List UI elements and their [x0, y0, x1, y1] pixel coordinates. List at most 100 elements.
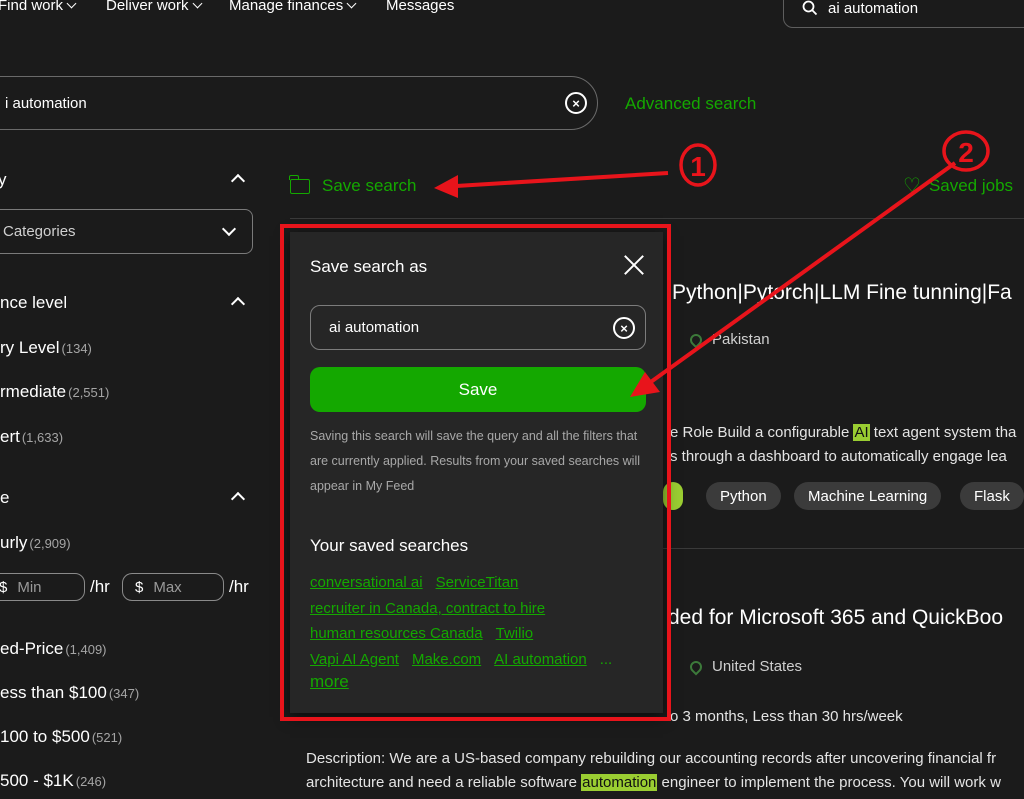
experience-count: (2,551)	[68, 385, 110, 400]
desc-text: architecture and need a reliable softwar…	[306, 774, 582, 791]
chevron-down-icon	[221, 221, 237, 237]
saved-searches-list: conversational ai ServiceTitan recruiter…	[310, 570, 650, 672]
clear-search-icon[interactable]: ×	[565, 92, 587, 114]
fixed-price-option[interactable]: ed-Price (1,409)	[0, 639, 107, 659]
category-select[interactable]: Categories	[0, 209, 253, 254]
nav-deliver-work[interactable]: Deliver work	[106, 0, 202, 14]
job-title[interactable]: Python|Pytorch|LLM Fine tunning|Fa	[672, 281, 1012, 305]
saved-search-link[interactable]: human resources Canada	[310, 625, 483, 642]
rate-unit: /hr	[90, 577, 110, 596]
save-search-button[interactable]: Save search	[289, 174, 417, 196]
job-meta: o 3 months, Less than 30 hrs/week	[670, 708, 903, 725]
job-description-line: Description: We are a US-based company r…	[306, 750, 997, 767]
job-title[interactable]: ded for Microsoft 365 and QuickBoo	[668, 606, 1003, 630]
hourly-label: urly	[0, 533, 28, 552]
chevron-up-icon[interactable]	[230, 173, 246, 189]
advanced-search-link[interactable]: Advanced search	[625, 94, 756, 114]
budget-count: (246)	[75, 774, 107, 789]
budget-count: (521)	[91, 730, 123, 745]
nav-find-work[interactable]: Find work	[0, 0, 77, 14]
top-search-input[interactable]: ai automation	[783, 0, 1024, 28]
saved-searches-row: recruiter in Canada, contract to hire	[310, 596, 650, 622]
saved-jobs-button[interactable]: ♡ Saved jobs	[903, 176, 1013, 196]
experience-intermediate[interactable]: rmediate (2,551)	[0, 382, 109, 402]
top-nav: Find work Deliver work Manage finances M…	[0, 0, 1024, 28]
experience-expert[interactable]: ert (1,633)	[0, 427, 63, 447]
nav-manage-finances-label: Manage finances	[229, 0, 344, 14]
annotation-label-1: 1	[690, 151, 706, 182]
chevron-down-icon	[66, 0, 77, 9]
experience-entry[interactable]: ry Level (134)	[0, 338, 92, 358]
divider	[290, 218, 1024, 219]
budget-label: 100 to $500	[0, 727, 90, 746]
experience-label: ry Level	[0, 338, 60, 357]
save-button[interactable]: Save	[310, 367, 646, 412]
saved-search-link[interactable]: AI automation	[494, 651, 587, 668]
currency-label: $	[135, 578, 144, 596]
rate-min-placeholder: Min	[17, 578, 42, 596]
job-location: Pakistan	[687, 331, 770, 348]
budget-option[interactable]: 100 to $500 (521)	[0, 727, 122, 747]
category-heading: y	[0, 170, 7, 189]
saved-jobs-label: Saved jobs	[928, 176, 1014, 195]
clear-input-icon[interactable]: ×	[613, 317, 635, 339]
main-search-input[interactable]: i automation ×	[0, 76, 598, 130]
save-search-label: Save search	[322, 176, 417, 195]
rate-max-input[interactable]: $ Max	[122, 573, 224, 601]
saved-search-link[interactable]: ServiceTitan	[436, 574, 519, 591]
budget-option[interactable]: ess than $100 (347)	[0, 683, 139, 703]
experience-label: rmediate	[0, 382, 67, 401]
desc-text: engineer to implement the process. You w…	[657, 774, 1001, 791]
chevron-down-icon	[192, 0, 202, 9]
saved-search-link[interactable]: Vapi AI Agent	[310, 651, 399, 668]
job-location-text: United States	[712, 658, 803, 675]
nav-manage-finances[interactable]: Manage finances	[229, 0, 357, 14]
experience-count: (134)	[61, 341, 92, 356]
saved-searches-row: human resources Canada Twilio	[310, 621, 650, 647]
rate-max-placeholder: Max	[153, 578, 182, 596]
close-icon[interactable]	[623, 254, 645, 276]
search-icon	[802, 0, 818, 16]
saved-search-link[interactable]: conversational ai	[310, 574, 423, 591]
skill-tag[interactable]: Flask	[960, 482, 1024, 510]
annotation-circle-1	[679, 143, 717, 187]
hourly-count: (2,909)	[29, 536, 71, 551]
location-pin-icon	[687, 658, 705, 675]
skill-tag[interactable]: Machine Learning	[794, 482, 942, 510]
desc-highlight: automation	[581, 774, 658, 791]
nav-messages-label: Messages	[386, 0, 455, 14]
save-search-name-input[interactable]: ai automation ×	[310, 305, 646, 350]
desc-highlight: AI	[853, 424, 870, 441]
skill-tag[interactable]: Python	[706, 482, 781, 510]
rate-unit: /hr	[229, 577, 249, 596]
nav-messages[interactable]: Messages	[386, 0, 454, 14]
fixed-price-label: ed-Price	[0, 639, 64, 658]
save-search-name-value: ai automation	[329, 319, 420, 336]
chevron-up-icon[interactable]	[230, 296, 246, 312]
job-description-line: e Role Build a configurable AI text agen…	[670, 421, 1016, 445]
annotation-circle-2	[942, 130, 990, 172]
saved-search-link[interactable]: recruiter in Canada, contract to hire	[310, 600, 545, 617]
hourly-option[interactable]: urly (2,909)	[0, 533, 71, 553]
ellipsis: ...	[599, 650, 613, 668]
saved-search-link[interactable]: Twilio	[496, 625, 534, 642]
rate-min-input[interactable]: $ Min	[0, 573, 85, 601]
chevron-down-icon	[346, 0, 357, 9]
job-type-heading: e	[0, 488, 10, 507]
annotation-arrowhead-1	[434, 175, 458, 198]
job-description-line: architecture and need a reliable softwar…	[306, 771, 1001, 795]
budget-label: ess than $100	[0, 683, 107, 702]
job-location-text: Pakistan	[712, 331, 770, 348]
chevron-up-icon[interactable]	[230, 491, 246, 507]
annotation-arrow-1	[455, 171, 669, 188]
saved-searches-row: Vapi AI Agent Make.com AI automation ...	[310, 647, 650, 673]
skill-tag[interactable]	[663, 482, 683, 510]
budget-count: (347)	[108, 686, 140, 701]
folder-icon	[289, 174, 310, 194]
more-link[interactable]: more	[310, 672, 349, 692]
annotation-label-2: 2	[958, 137, 974, 168]
main-search-value: i automation	[5, 94, 87, 112]
budget-option[interactable]: 500 - $1K (246)	[0, 771, 106, 791]
experience-count: (1,633)	[21, 430, 64, 445]
saved-search-link[interactable]: Make.com	[412, 651, 481, 668]
